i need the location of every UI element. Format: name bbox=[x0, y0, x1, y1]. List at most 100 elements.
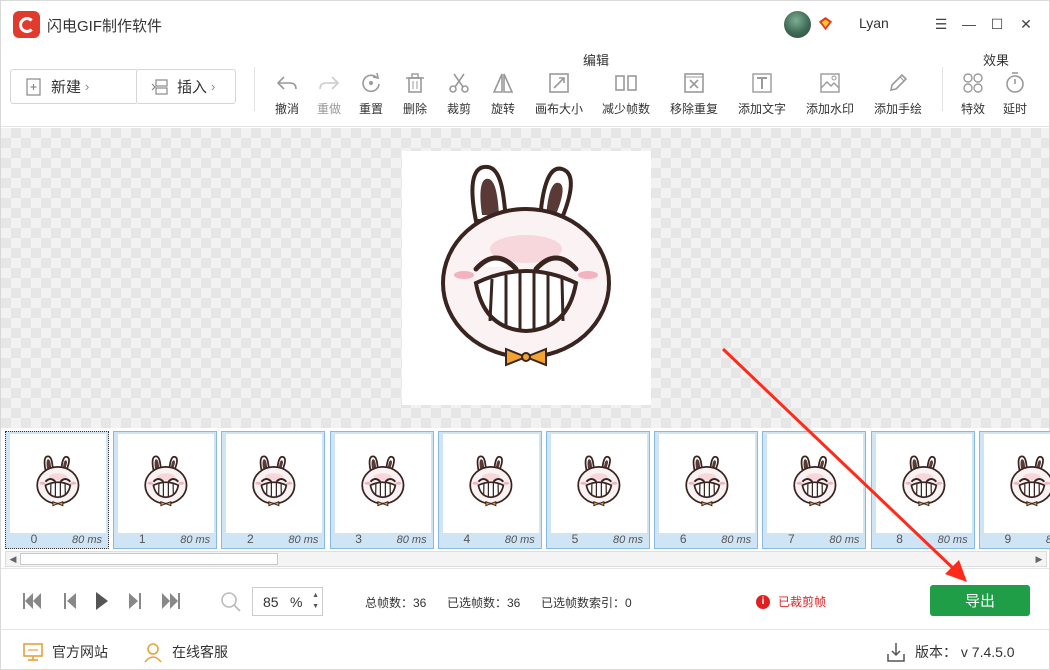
frame-index: 7 bbox=[788, 532, 795, 546]
frame-thumbnail[interactable]: 9 80 ms bbox=[978, 431, 1050, 549]
vip-diamond-icon bbox=[818, 16, 833, 31]
bunny-image bbox=[441, 164, 611, 367]
frame-duration[interactable]: 80 ms bbox=[829, 534, 859, 546]
frame-thumbnail[interactable]: 8 80 ms bbox=[870, 431, 975, 549]
official-website-link[interactable]: 官方网站 bbox=[22, 641, 108, 663]
tool-label: 裁剪 bbox=[446, 102, 471, 116]
redo-icon bbox=[319, 76, 340, 90]
trash-icon bbox=[406, 73, 424, 93]
effect-label: 延时 bbox=[1002, 102, 1027, 116]
flip-icon bbox=[492, 73, 514, 93]
divider bbox=[942, 67, 943, 111]
tool-pencil[interactable]: 添加手绘 bbox=[870, 71, 926, 117]
insert-button-label: 插入 bbox=[177, 79, 208, 96]
frame-image bbox=[334, 434, 431, 533]
frame-thumbnail[interactable]: 1 80 ms bbox=[113, 431, 218, 549]
frame-duration[interactable]: 80 ms bbox=[505, 534, 535, 546]
insert-icon bbox=[151, 78, 168, 95]
frame-thumbnail[interactable]: 7 80 ms bbox=[762, 431, 867, 549]
app-logo-icon bbox=[13, 11, 40, 38]
effect-label: 特效 bbox=[960, 102, 985, 116]
tool-label: 旋转 bbox=[490, 102, 515, 116]
frame-image bbox=[118, 434, 215, 533]
frame-index: 1 bbox=[138, 532, 146, 546]
zoom-unit: % bbox=[290, 594, 303, 610]
frame-thumbnail[interactable]: 5 80 ms bbox=[546, 431, 650, 549]
scroll-left-icon[interactable]: ◀ bbox=[6, 552, 20, 566]
frame-thumbnail[interactable]: 4 80 ms bbox=[437, 431, 542, 549]
frame-thumbnail[interactable]: 6 80 ms bbox=[654, 431, 759, 549]
scroll-right-icon[interactable]: ▶ bbox=[1032, 552, 1046, 566]
playback-controls: 85 % ▲ ▼ 总帧数：36 已选帧数：36 已选帧数索引：0 i 已裁剪帧 导… bbox=[1, 568, 1049, 630]
total-frames: 总帧数：36 bbox=[365, 596, 427, 610]
frame-strip-scrollbar[interactable]: ◀ ▶ bbox=[5, 551, 1047, 567]
app-title: 闪电GIF制作软件 bbox=[47, 18, 162, 35]
download-update-icon bbox=[887, 643, 905, 662]
tool-label: 添加水印 bbox=[805, 102, 854, 116]
frame-duration[interactable]: 80 ms bbox=[938, 534, 968, 546]
maximize-button[interactable]: ☐ bbox=[986, 13, 1008, 35]
frame-duration[interactable]: 80 ms bbox=[1046, 534, 1050, 546]
tool-flip[interactable]: 旋转 bbox=[475, 71, 531, 117]
frame-thumbnail[interactable]: 3 80 ms bbox=[329, 431, 434, 549]
tool-label: 减少帧数 bbox=[601, 102, 650, 116]
undo-icon bbox=[276, 76, 297, 90]
cropped-warning-label: 已裁剪帧 bbox=[778, 595, 827, 609]
frame-thumbnail[interactable]: 2 80 ms bbox=[221, 431, 326, 549]
tool-label: 添加文字 bbox=[737, 102, 786, 116]
close-button[interactable]: ✕ bbox=[1015, 13, 1037, 35]
selected-frame-index: 已选帧数索引：0 bbox=[541, 596, 632, 610]
export-button[interactable]: 导出 bbox=[930, 585, 1030, 616]
last-frame-icon[interactable] bbox=[159, 589, 183, 613]
frame-index: 3 bbox=[355, 532, 362, 546]
insert-button[interactable]: 插入 › bbox=[136, 69, 236, 104]
frame-image bbox=[10, 434, 106, 533]
frame-index: 5 bbox=[571, 532, 579, 546]
footer: 官方网站 在线客服 版本： v 7.4.5.0 bbox=[1, 631, 1049, 669]
scrollbar-thumb[interactable] bbox=[20, 553, 278, 565]
online-support-label: 在线客服 bbox=[172, 644, 228, 660]
frame-image bbox=[659, 434, 756, 533]
monitor-icon bbox=[23, 643, 43, 661]
frame-duration[interactable]: 80 ms bbox=[397, 534, 427, 546]
frame-duration[interactable]: 80 ms bbox=[288, 534, 318, 546]
pencil-icon bbox=[889, 73, 908, 92]
frame-duration[interactable]: 80 ms bbox=[180, 534, 210, 546]
tool-label: 添加手绘 bbox=[873, 102, 922, 116]
effects-group-label: 效果 bbox=[983, 53, 1010, 68]
menu-button[interactable]: ☰ bbox=[930, 13, 952, 35]
frame-duration[interactable]: 80 ms bbox=[613, 534, 643, 546]
first-frame-icon[interactable] bbox=[20, 589, 44, 613]
tool-watermark[interactable]: 添加水印 bbox=[802, 71, 858, 117]
resize-icon bbox=[549, 73, 569, 93]
minimize-button[interactable]: — bbox=[958, 13, 980, 35]
new-button[interactable]: 新建 › bbox=[10, 69, 138, 104]
version-info[interactable]: 版本： v 7.4.5.0 bbox=[885, 641, 1015, 663]
username[interactable]: Lyan bbox=[859, 15, 889, 31]
reset-icon bbox=[362, 72, 380, 93]
tool-text[interactable]: 添加文字 bbox=[734, 71, 790, 117]
frame-thumbnail[interactable]: 0 80 ms bbox=[5, 431, 109, 549]
divider bbox=[254, 67, 255, 111]
scissors-icon bbox=[449, 73, 469, 93]
zoom-spin-arrows-icon[interactable]: ▲ ▼ bbox=[312, 590, 319, 612]
chevron-right-icon: › bbox=[85, 79, 90, 94]
frame-duration[interactable]: 80 ms bbox=[721, 534, 751, 546]
frame-duration[interactable]: 80 ms bbox=[72, 534, 102, 546]
tool-frames[interactable]: 减少帧数 bbox=[598, 71, 654, 117]
cropped-warning: i 已裁剪帧 bbox=[756, 593, 826, 610]
watermark-icon bbox=[820, 73, 840, 93]
online-support-link[interactable]: 在线客服 bbox=[142, 641, 228, 663]
play-icon[interactable] bbox=[90, 589, 114, 613]
next-frame-icon[interactable] bbox=[123, 589, 147, 613]
effect-timer[interactable]: 延时 bbox=[987, 71, 1043, 117]
tool-remove-duplicate[interactable]: 移除重复 bbox=[666, 71, 722, 117]
avatar[interactable] bbox=[784, 11, 811, 38]
zoom-stepper[interactable]: 85 % ▲ ▼ bbox=[252, 587, 323, 616]
preview-canvas[interactable] bbox=[1, 128, 1049, 428]
tool-label: 撤消 bbox=[274, 102, 299, 116]
tool-label: 移除重复 bbox=[669, 102, 718, 116]
official-website-label: 官方网站 bbox=[52, 644, 108, 660]
tool-resize[interactable]: 画布大小 bbox=[531, 71, 587, 117]
previous-frame-icon[interactable] bbox=[58, 589, 82, 613]
